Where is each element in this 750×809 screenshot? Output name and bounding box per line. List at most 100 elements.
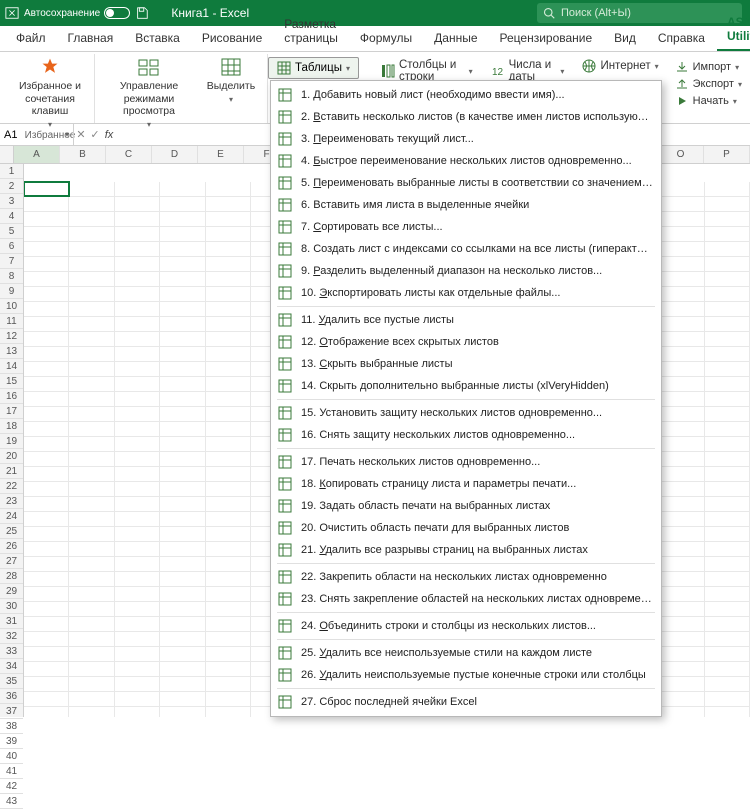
cell[interactable] [160,617,205,631]
cell[interactable] [115,557,160,571]
cell[interactable] [659,452,704,466]
menu-item-6[interactable]: 6. Вставить имя листа в выделенные ячейк… [271,194,661,216]
cell[interactable] [160,677,205,691]
cell[interactable] [206,242,251,256]
cell[interactable] [160,212,205,226]
favorites-button[interactable]: Избранное и сочетания клавиш▾ [14,56,86,129]
cell[interactable] [160,437,205,451]
cell[interactable] [705,197,750,211]
cell[interactable] [24,272,69,286]
cell[interactable] [705,692,750,706]
cell[interactable] [115,227,160,241]
cell[interactable] [206,272,251,286]
tab-формулы[interactable]: Формулы [350,27,422,51]
row-header[interactable]: 29 [0,584,23,599]
cell[interactable] [705,347,750,361]
cell[interactable] [206,437,251,451]
cell[interactable] [24,227,69,241]
row-header[interactable]: 25 [0,524,23,539]
menu-item-3[interactable]: 3. Переименовать текущий лист... [271,128,661,150]
cell[interactable] [24,362,69,376]
cell[interactable] [24,557,69,571]
cell[interactable] [206,332,251,346]
select-button[interactable]: Выделить▾ [203,56,259,104]
menu-item-12[interactable]: 12. Отображение всех скрытых листов [271,331,661,353]
cell[interactable] [69,377,114,391]
cell[interactable] [115,242,160,256]
column-header[interactable]: P [704,146,750,163]
cell[interactable] [24,632,69,646]
tab-справка[interactable]: Справка [648,27,715,51]
cell[interactable] [206,347,251,361]
cell[interactable] [659,647,704,661]
tab-данные[interactable]: Данные [424,27,487,51]
cell[interactable] [160,377,205,391]
cell[interactable] [69,497,114,511]
cell[interactable] [705,182,750,196]
cell[interactable] [69,632,114,646]
cell[interactable] [24,482,69,496]
cell[interactable] [160,257,205,271]
cell[interactable] [206,557,251,571]
cell[interactable] [705,227,750,241]
cell[interactable] [24,332,69,346]
cell[interactable] [160,272,205,286]
cell[interactable] [705,542,750,556]
cell[interactable] [659,632,704,646]
cell[interactable] [115,347,160,361]
cell[interactable] [705,377,750,391]
import-button[interactable]: Импорт▾ [673,59,744,75]
cell[interactable] [160,482,205,496]
row-header[interactable]: 14 [0,359,23,374]
row-header[interactable]: 33 [0,644,23,659]
row-header[interactable]: 31 [0,614,23,629]
row-header[interactable]: 3 [0,194,23,209]
cell[interactable] [206,512,251,526]
cell[interactable] [24,437,69,451]
cell[interactable] [69,707,114,717]
cell[interactable] [206,527,251,541]
cell[interactable] [115,527,160,541]
cell[interactable] [69,512,114,526]
cell[interactable] [69,602,114,616]
row-header[interactable]: 43 [0,794,23,809]
cell[interactable] [705,317,750,331]
column-header[interactable]: C [106,146,152,163]
row-header[interactable]: 23 [0,494,23,509]
row-header[interactable]: 20 [0,449,23,464]
cell[interactable] [206,392,251,406]
row-header[interactable]: 37 [0,704,23,719]
cell[interactable] [69,347,114,361]
cell[interactable] [160,302,205,316]
cell[interactable] [659,482,704,496]
cell[interactable] [115,497,160,511]
row-header[interactable]: 15 [0,374,23,389]
tab-разметка страницы[interactable]: Разметка страницы [274,13,348,51]
cell[interactable] [24,407,69,421]
cell[interactable] [206,422,251,436]
cell[interactable] [659,332,704,346]
cell[interactable] [69,302,114,316]
cell[interactable] [115,272,160,286]
row-header[interactable]: 18 [0,419,23,434]
cell[interactable] [206,362,251,376]
menu-item-23[interactable]: 23. Снять закрепление областей на нескол… [271,588,661,610]
cell[interactable] [705,497,750,511]
cell[interactable] [705,302,750,316]
cell[interactable] [659,197,704,211]
cell[interactable] [206,587,251,601]
row-header[interactable]: 30 [0,599,23,614]
cell[interactable] [160,227,205,241]
cell[interactable] [69,557,114,571]
cell[interactable] [69,197,114,211]
cell[interactable] [24,212,69,226]
cell[interactable] [115,677,160,691]
menu-item-7[interactable]: 7. Сортировать все листы... [271,216,661,238]
cell[interactable] [69,332,114,346]
cell[interactable] [206,542,251,556]
row-header[interactable]: 34 [0,659,23,674]
cell[interactable] [705,257,750,271]
cell[interactable] [115,332,160,346]
row-header[interactable]: 39 [0,734,23,749]
cell[interactable] [69,287,114,301]
